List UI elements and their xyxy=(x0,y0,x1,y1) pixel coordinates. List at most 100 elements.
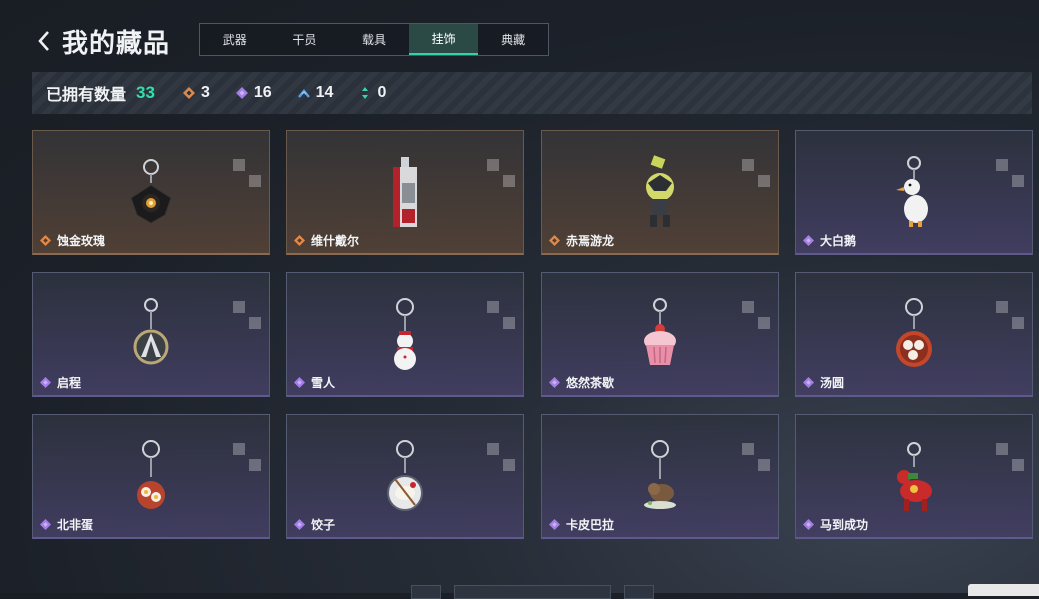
orange-diamond-icon xyxy=(40,235,51,246)
grid-pattern-icon xyxy=(233,301,261,329)
purple-diamond-icon xyxy=(803,519,814,530)
charm-name: 悠然茶歇 xyxy=(549,374,614,391)
snowman-charm-icon xyxy=(394,298,416,370)
badge-charm-icon xyxy=(133,298,169,365)
charm-card[interactable]: 饺子 xyxy=(286,414,524,539)
grid-pattern-icon xyxy=(996,159,1024,187)
dumpling-charm-icon xyxy=(387,440,423,511)
tab-charms[interactable]: 挂饰 xyxy=(408,24,479,55)
charm-name-label: 赤焉游龙 xyxy=(566,234,615,248)
chevron-left-icon xyxy=(38,31,49,51)
capybara-charm-icon xyxy=(644,440,676,509)
charm-name: 卡皮巴拉 xyxy=(549,516,614,533)
owned-count-label: 已拥有数量 xyxy=(46,87,127,104)
tab-vehicles[interactable]: 载具 xyxy=(339,24,409,55)
charm-card[interactable]: 悠然茶歇 xyxy=(541,272,779,397)
charm-name-label: 马到成功 xyxy=(820,518,869,532)
charm-card[interactable]: 雪人 xyxy=(286,272,524,397)
category-tabs: 武器 干员 载具 挂饰 典藏 xyxy=(199,23,549,56)
charm-name: 北非蛋 xyxy=(40,516,93,533)
charm-card[interactable]: 北非蛋 xyxy=(32,414,270,539)
rarity-count-blue: 14 xyxy=(297,84,334,102)
charm-name: 蚀金玫瑰 xyxy=(40,232,105,249)
blue-chevron-icon xyxy=(297,89,310,98)
purple-diamond-icon xyxy=(549,377,560,388)
page-header: 我的藏品 xyxy=(32,22,170,60)
charm-name-label: 汤圆 xyxy=(820,376,845,390)
goose-charm-icon xyxy=(896,156,928,227)
purple-diamond-icon xyxy=(549,519,560,530)
charm-card[interactable]: 赤焉游龙 xyxy=(541,130,779,255)
horse-charm-icon xyxy=(897,442,932,511)
tab-collection[interactable]: 典藏 xyxy=(478,24,548,55)
grid-pattern-icon xyxy=(487,301,515,329)
orange-diamond-icon xyxy=(182,87,195,99)
green-arrows-icon xyxy=(362,87,369,99)
shakshuka-charm-icon xyxy=(137,440,165,509)
charm-name-label: 启程 xyxy=(57,376,82,390)
orange-diamond-icon xyxy=(549,235,560,246)
tangyuan-charm-icon xyxy=(896,298,932,367)
purple-diamond-icon xyxy=(803,235,814,246)
grid-pattern-icon xyxy=(742,159,770,187)
tab-weapons[interactable]: 武器 xyxy=(200,24,270,55)
charm-card[interactable]: 启程 xyxy=(32,272,270,397)
charm-name: 赤焉游龙 xyxy=(549,232,614,249)
grid-pattern-icon xyxy=(742,301,770,329)
grid-pattern-icon xyxy=(487,159,515,187)
cupcake-charm-icon xyxy=(644,298,676,365)
grid-pattern-icon xyxy=(996,443,1024,471)
charm-card[interactable]: 卡皮巴拉 xyxy=(541,414,779,539)
purple-diamond-icon xyxy=(803,377,814,388)
charm-name-label: 大白鹅 xyxy=(820,234,857,248)
gold-rose-charm-icon xyxy=(130,159,172,224)
grid-pattern-icon xyxy=(487,443,515,471)
purple-diamond-icon xyxy=(40,519,51,530)
charm-name: 饺子 xyxy=(294,516,335,533)
purple-diamond-icon xyxy=(294,519,305,530)
charm-card[interactable]: 汤圆 xyxy=(795,272,1033,397)
page-indicator xyxy=(454,585,611,599)
charm-name: 维什戴尔 xyxy=(294,232,359,249)
tab-operators[interactable]: 干员 xyxy=(270,24,340,55)
rarity-count-value: 3 xyxy=(200,84,210,101)
charm-card[interactable]: 马到成功 xyxy=(795,414,1033,539)
charm-card[interactable]: 蚀金玫瑰 xyxy=(32,130,270,255)
corner-button[interactable] xyxy=(968,584,1039,596)
rarity-count-orange: 3 xyxy=(182,84,210,102)
next-page-button[interactable] xyxy=(624,585,654,599)
prev-page-button[interactable] xyxy=(411,585,441,599)
rarity-count-green: 0 xyxy=(359,84,386,102)
charm-card[interactable]: 大白鹅 xyxy=(795,130,1033,255)
charm-name: 大白鹅 xyxy=(803,232,856,249)
charm-name-label: 饺子 xyxy=(311,518,336,532)
charm-name-label: 维什戴尔 xyxy=(311,234,360,248)
charm-name-label: 蚀金玫瑰 xyxy=(57,234,106,248)
charm-name: 汤圆 xyxy=(803,374,844,391)
card-charm-icon xyxy=(393,157,417,227)
page-title: 我的藏品 xyxy=(62,27,171,58)
back-button[interactable] xyxy=(32,24,56,58)
charm-name-label: 雪人 xyxy=(311,376,336,390)
grid-pattern-icon xyxy=(742,443,770,471)
charm-name-label: 北非蛋 xyxy=(57,518,94,532)
rarity-count-purple: 16 xyxy=(235,84,272,102)
rarity-count-value: 16 xyxy=(253,84,272,101)
charm-name: 雪人 xyxy=(294,374,335,391)
dragon-charm-icon xyxy=(646,155,674,227)
grid-pattern-icon xyxy=(996,301,1024,329)
grid-pattern-icon xyxy=(233,159,261,187)
charm-card[interactable]: 维什戴尔 xyxy=(286,130,524,255)
owned-count-bar: 已拥有数量 33 3 16 14 0 xyxy=(32,72,1032,114)
orange-diamond-icon xyxy=(294,235,305,246)
owned-count-total: 33 xyxy=(136,83,155,102)
grid-pattern-icon xyxy=(233,443,261,471)
charm-name-label: 悠然茶歇 xyxy=(566,376,615,390)
charm-name-label: 卡皮巴拉 xyxy=(566,518,615,532)
charm-name: 启程 xyxy=(40,374,81,391)
charm-name: 马到成功 xyxy=(803,516,868,533)
rarity-count-value: 14 xyxy=(315,84,334,101)
rarity-count-value: 0 xyxy=(377,84,387,101)
purple-diamond-icon xyxy=(294,377,305,388)
purple-diamond-icon xyxy=(40,377,51,388)
